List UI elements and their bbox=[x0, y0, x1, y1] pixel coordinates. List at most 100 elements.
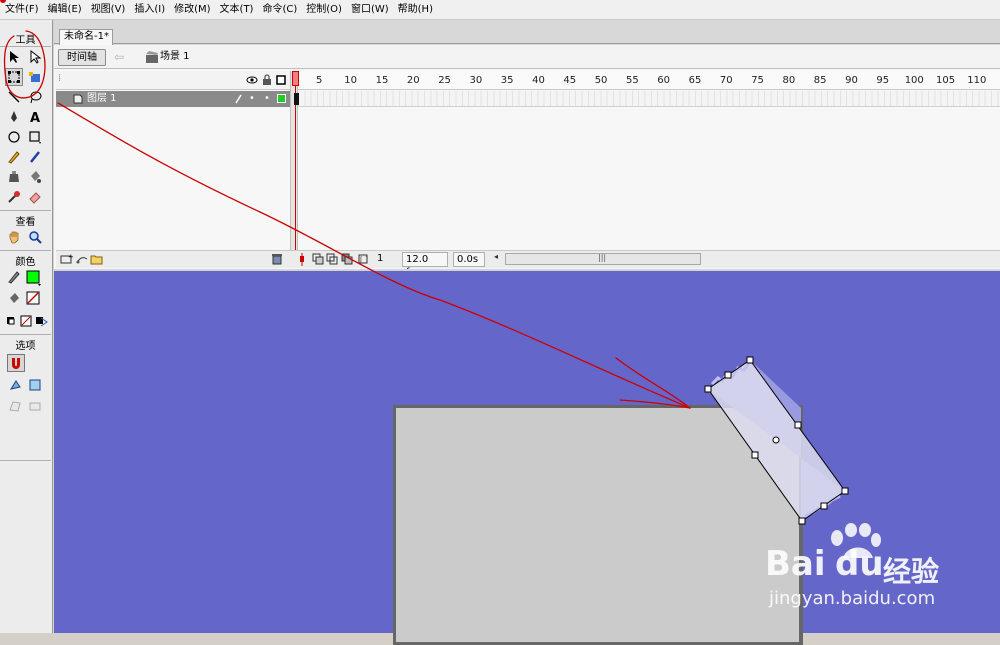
fill-transform-icon bbox=[29, 72, 40, 82]
frame-number: 60 bbox=[657, 75, 671, 86]
arrow-tool[interactable] bbox=[5, 48, 23, 66]
scene-label[interactable]: 场景 1 bbox=[160, 50, 190, 64]
lock-icon[interactable] bbox=[262, 74, 272, 86]
free-transform-tool[interactable] bbox=[5, 68, 23, 86]
insert-folder-icon[interactable] bbox=[90, 253, 104, 265]
grip-icon: ⁞ bbox=[58, 73, 62, 84]
baidu-jingyan-watermark: Bai du 经验 jingyan.baidu.com bbox=[765, 522, 965, 612]
visibility-dot[interactable]: • bbox=[249, 93, 255, 104]
frame-number: 30 bbox=[469, 75, 483, 86]
menu-bar: 文件(F) 编辑(E) 视图(V) 插入(I) 修改(M) 文本(T) 命令(C… bbox=[0, 0, 1000, 20]
brush-tool[interactable] bbox=[26, 148, 44, 166]
pencil-tool[interactable] bbox=[5, 148, 23, 166]
paint-bucket-icon bbox=[31, 171, 41, 183]
trash-icon[interactable] bbox=[271, 253, 283, 265]
scene-icon bbox=[145, 50, 159, 64]
rectangle-icon bbox=[29, 131, 41, 144]
distort-icon bbox=[9, 401, 21, 412]
paint-bucket-tool[interactable] bbox=[26, 168, 44, 186]
onion-skin-icon[interactable] bbox=[312, 253, 324, 265]
free-transform-icon bbox=[8, 71, 20, 83]
tools-divider bbox=[0, 210, 51, 211]
menu-view[interactable]: 视图(V) bbox=[86, 0, 130, 20]
add-motion-guide-icon[interactable] bbox=[75, 253, 89, 265]
frame-number: 45 bbox=[563, 75, 577, 86]
frame-ruler[interactable]: 5 10 15 20 25 30 35 40 45 50 55 60 65 70 75 80 85 90 95 100… bbox=[298, 71, 1000, 90]
frame-number: 95 bbox=[876, 75, 890, 86]
timeline-toggle-button[interactable]: 时间轴 bbox=[58, 49, 106, 66]
outline-icon[interactable] bbox=[276, 75, 286, 85]
frame-rate[interactable]: 12.0 fps bbox=[402, 252, 448, 278]
subselect-tool[interactable] bbox=[26, 48, 44, 66]
pencil-icon bbox=[8, 271, 20, 284]
insert-layer-icon[interactable]: + bbox=[60, 253, 74, 265]
scroll-left-icon[interactable]: ◂ bbox=[494, 252, 498, 261]
stage-canvas[interactable] bbox=[393, 405, 803, 645]
hand-icon bbox=[9, 231, 19, 244]
color-presets[interactable] bbox=[3, 312, 51, 330]
frame-number: 65 bbox=[688, 75, 702, 86]
current-frame: 1 bbox=[377, 253, 384, 264]
distort-option bbox=[6, 397, 24, 415]
ink-bottle-tool[interactable] bbox=[5, 168, 23, 186]
back-arrow-icon[interactable]: ⇦ bbox=[114, 51, 128, 63]
menu-control[interactable]: 控制(O) bbox=[301, 0, 346, 20]
options-section-title: 选项 bbox=[15, 341, 36, 352]
edit-multiple-frames-icon[interactable] bbox=[341, 253, 353, 265]
stroke-color-tool[interactable] bbox=[5, 268, 23, 286]
menu-help[interactable]: 帮助(H) bbox=[393, 0, 437, 20]
layer-header: ⁞ bbox=[56, 71, 290, 90]
fill-transform-tool[interactable] bbox=[26, 68, 44, 86]
fill-color-tool[interactable] bbox=[5, 290, 23, 308]
scale-option[interactable] bbox=[26, 376, 44, 394]
text-tool[interactable]: A bbox=[26, 108, 44, 126]
menu-modify[interactable]: 修改(M) bbox=[169, 0, 214, 20]
tools-divider bbox=[0, 334, 51, 335]
menu-window[interactable]: 窗口(W) bbox=[346, 0, 393, 20]
line-tool[interactable] bbox=[5, 88, 23, 106]
menu-commands[interactable]: 命令(C) bbox=[257, 0, 301, 20]
zoom-tool[interactable] bbox=[26, 228, 44, 246]
lasso-tool[interactable] bbox=[26, 88, 44, 106]
subselect-icon bbox=[30, 50, 41, 64]
elapsed-time: 0.0s bbox=[453, 252, 485, 267]
onion-outline-icon[interactable] bbox=[326, 253, 338, 265]
text-icon: A bbox=[30, 111, 40, 124]
edit-bar bbox=[54, 45, 1000, 69]
playhead[interactable] bbox=[292, 71, 299, 86]
frame-number: 75 bbox=[751, 75, 764, 86]
rotate-skew-option[interactable] bbox=[6, 376, 24, 394]
layer-list-area bbox=[56, 107, 290, 249]
center-frame-icon[interactable] bbox=[296, 253, 308, 266]
oval-tool[interactable] bbox=[5, 128, 23, 146]
menu-text[interactable]: 文本(T) bbox=[215, 0, 258, 20]
svg-text:A: A bbox=[30, 111, 40, 124]
layer-frames[interactable] bbox=[298, 91, 1000, 107]
pen-tool[interactable] bbox=[5, 108, 23, 126]
lock-dot[interactable]: • bbox=[264, 93, 270, 104]
lasso-icon bbox=[30, 91, 42, 104]
layer-name[interactable]: 图层 1 bbox=[87, 92, 117, 106]
rectangle-tool[interactable] bbox=[26, 128, 44, 146]
hand-tool[interactable] bbox=[5, 228, 23, 246]
eyedropper-tool[interactable] bbox=[5, 188, 23, 206]
document-tab[interactable]: 未命名-1* bbox=[59, 29, 113, 45]
menu-insert[interactable]: 插入(I) bbox=[129, 0, 169, 20]
eraser-tool[interactable] bbox=[26, 188, 44, 206]
tools-divider bbox=[0, 460, 51, 461]
envelope-option bbox=[26, 397, 44, 415]
frame-number: 15 bbox=[375, 75, 389, 86]
menu-edit[interactable]: 编辑(E) bbox=[43, 0, 86, 20]
watermark-brand-du: du bbox=[835, 544, 884, 584]
fill-color-swatch[interactable] bbox=[25, 290, 43, 308]
view-section-title: 查看 bbox=[15, 217, 36, 228]
menu-file[interactable]: 文件(F) bbox=[0, 0, 43, 20]
modify-onion-markers-icon[interactable]: [ ] bbox=[357, 253, 369, 265]
stroke-color-swatch[interactable] bbox=[25, 269, 43, 287]
eye-icon[interactable] bbox=[246, 75, 258, 85]
layer-outline-color-icon[interactable] bbox=[277, 94, 286, 103]
snap-to-objects-option[interactable] bbox=[7, 354, 25, 372]
frame-number: 85 bbox=[813, 75, 827, 86]
scale-icon bbox=[29, 379, 41, 391]
scroll-grip-icon[interactable]: ||| bbox=[598, 254, 610, 264]
